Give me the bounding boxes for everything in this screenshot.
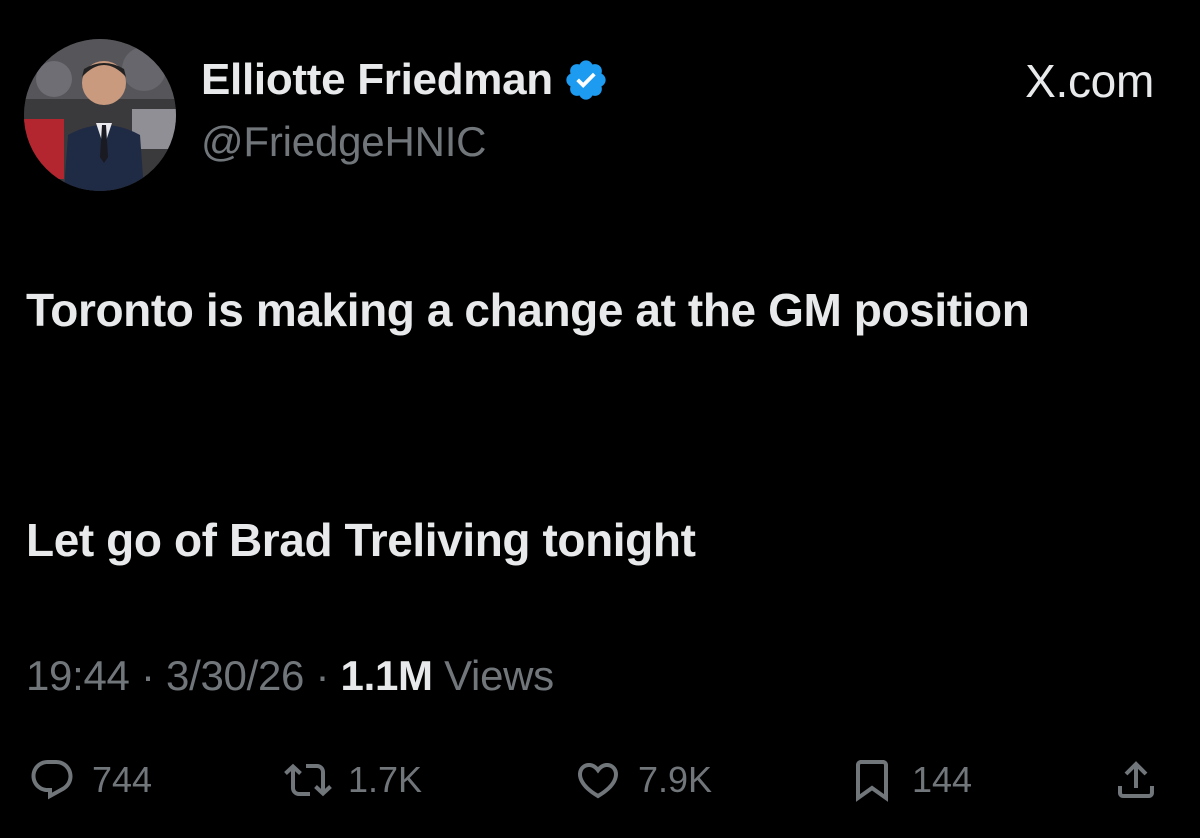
meta-separator: · [129,652,167,699]
tweet-card: Elliotte Friedman @FriedgeHNIC X.com Tor… [0,0,1200,838]
share-icon [1118,761,1154,798]
share-button[interactable] [1112,756,1160,804]
avatar-image [24,39,176,191]
bookmark-count: 144 [912,759,973,800]
tweet-time[interactable]: 19:44 [26,652,130,699]
verified-badge-icon [566,60,606,100]
views-label-gap [433,652,444,699]
action-bar: 744 1.7K 7.9K 144 [0,748,1200,818]
reply-icon [31,760,73,800]
source-label: X.com [1025,55,1154,107]
avatar[interactable] [24,39,176,191]
repost-icon [284,763,332,797]
bookmark-icon [856,760,888,802]
tweet-text-paragraph-2: Let go of Brad Treliving tonight [26,514,696,566]
author-name-row: Elliotte Friedman [201,52,609,108]
views-label: Views [444,652,554,699]
bookmark-button[interactable]: 144 [848,756,972,804]
display-name[interactable]: Elliotte Friedman [201,55,553,105]
author-handle[interactable]: @FriedgeHNIC [201,118,487,166]
views-count: 1.1M [340,652,433,699]
tweet-meta: 19:44 · 3/30/26 · 1.1M Views [26,652,554,700]
reply-count: 744 [92,759,153,800]
repost-count: 1.7K [348,759,423,800]
meta-separator: · [304,652,341,699]
repost-button[interactable]: 1.7K [284,756,422,804]
like-button[interactable]: 7.9K [574,756,712,804]
like-count: 7.9K [638,759,713,800]
tweet-text-paragraph-1: Toronto is making a change at the GM pos… [26,284,1030,336]
reply-button[interactable]: 744 [28,756,152,804]
tweet-date[interactable]: 3/30/26 [166,652,304,699]
like-icon [577,763,619,799]
